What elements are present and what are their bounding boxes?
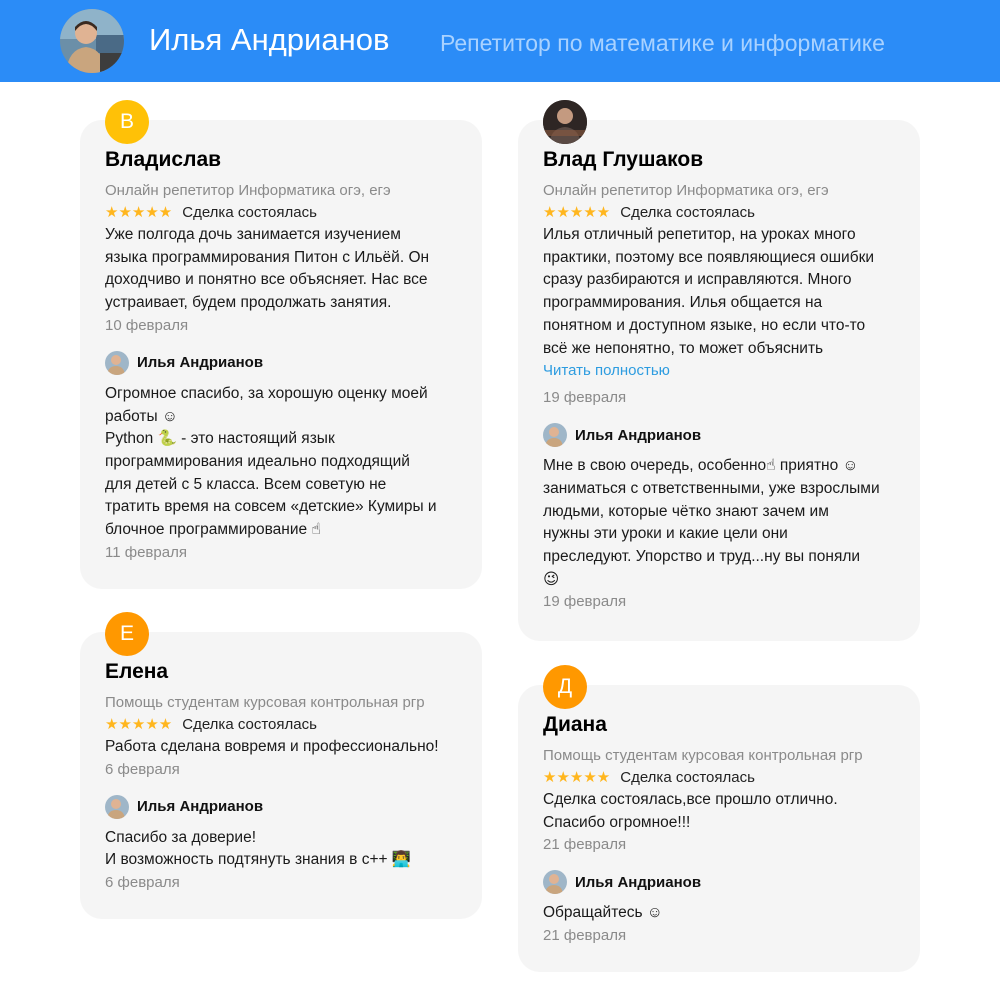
profile-header: Илья Андрианов Репетитор по математике и… bbox=[0, 0, 1000, 82]
tutor-avatar bbox=[105, 350, 129, 375]
reply-date: 19 февраля bbox=[543, 593, 627, 611]
tutor-avatar bbox=[543, 423, 567, 448]
reviewer-name[interactable]: Диана bbox=[543, 713, 895, 737]
tutor-reply: Илья Андрианов Огромное спасибо, за хоро… bbox=[105, 350, 457, 564]
reply-text: Спасибо за доверие! И возможность подтян… bbox=[105, 828, 412, 869]
reviewer-avatar[interactable]: Д bbox=[543, 665, 587, 709]
reply-date: 6 февраля bbox=[105, 874, 180, 892]
reply-text: Огромное спасибо, за хорошую оценку моей… bbox=[105, 384, 437, 539]
review-service: Онлайн репетитор Информатика огэ, егэ bbox=[105, 182, 391, 199]
reviewer-avatar[interactable]: Е bbox=[105, 612, 149, 656]
profile-subtitle: Репетитор по математике и информатике bbox=[440, 30, 885, 56]
read-more-link[interactable]: Читать полностью bbox=[543, 360, 895, 382]
rating-stars: ★★★★★ bbox=[105, 204, 173, 221]
review-service: Онлайн репетитор Информатика огэ, егэ bbox=[543, 182, 829, 199]
reply-date: 21 февраля bbox=[543, 927, 627, 945]
reviewer-avatar[interactable] bbox=[543, 100, 587, 144]
deal-status: Сделка состоялась bbox=[620, 204, 755, 221]
tutor-reply: Илья Андрианов Мне в свою очередь, особе… bbox=[543, 423, 895, 613]
rating-stars: ★★★★★ bbox=[105, 716, 173, 733]
rating-row: ★★★★★ Сделка состоялась bbox=[105, 714, 457, 736]
deal-status: Сделка состоялась bbox=[182, 204, 317, 221]
tutor-avatar bbox=[543, 870, 567, 895]
tutor-reply: Илья Андрианов Спасибо за доверие! И воз… bbox=[105, 794, 457, 894]
review-text: Илья отличный репетитор, на уроках много… bbox=[543, 226, 875, 357]
review-card: Влад Глушаков Онлайн репетитор Информати… bbox=[518, 100, 920, 641]
rating-row: ★★★★★ Сделка состоялась bbox=[543, 202, 895, 224]
rating-row: ★★★★★ Сделка состоялась bbox=[105, 202, 457, 224]
review-date: 6 февраля bbox=[105, 760, 180, 778]
review-card: В Владислав Онлайн репетитор Информатика… bbox=[80, 100, 482, 589]
review-service: Помощь студентам курсовая контрольная рг… bbox=[543, 747, 863, 764]
reviewer-name[interactable]: Елена bbox=[105, 660, 457, 684]
reviewer-name[interactable]: Влад Глушаков bbox=[543, 148, 895, 172]
rating-row: ★★★★★ Сделка состоялась bbox=[543, 767, 895, 789]
reply-date: 11 февраля bbox=[105, 543, 187, 561]
review-card: Д Диана Помощь студентам курсовая контро… bbox=[518, 665, 920, 972]
profile-name: Илья Андрианов bbox=[149, 22, 390, 57]
review-card: Е Елена Помощь студентам курсовая контро… bbox=[80, 612, 482, 919]
review-date: 19 февраля bbox=[543, 389, 627, 407]
review-date: 21 февраля bbox=[543, 836, 627, 854]
rating-stars: ★★★★★ bbox=[543, 204, 611, 221]
rating-stars: ★★★★★ bbox=[543, 769, 611, 786]
profile-avatar[interactable] bbox=[60, 9, 124, 73]
review-date: 10 февраля bbox=[105, 316, 189, 334]
reply-text: Мне в свою очередь, особенно☝ приятно ☺ … bbox=[543, 457, 880, 588]
review-text: Работа сделана вовремя и профессионально… bbox=[105, 738, 439, 755]
reply-text: Обращайтесь ☺ bbox=[543, 904, 663, 922]
tutor-name: Илья Андрианов bbox=[137, 798, 264, 816]
tutor-name: Илья Андрианов bbox=[575, 426, 702, 444]
tutor-reply: Илья Андрианов Обращайтесь ☺ 21 февраля bbox=[543, 870, 895, 947]
review-service: Помощь студентам курсовая контрольная рг… bbox=[105, 694, 425, 711]
reviewer-name[interactable]: Владислав bbox=[105, 148, 457, 172]
deal-status: Сделка состоялась bbox=[620, 769, 755, 786]
reviewer-avatar[interactable]: В bbox=[105, 100, 149, 144]
review-text: Уже полгода дочь занимается изучением яз… bbox=[105, 226, 430, 312]
review-text: Сделка состоялась,все прошло отлично. Сп… bbox=[543, 791, 838, 831]
tutor-name: Илья Андрианов bbox=[575, 873, 702, 891]
deal-status: Сделка состоялась bbox=[182, 716, 317, 733]
tutor-name: Илья Андрианов bbox=[137, 354, 264, 372]
tutor-avatar bbox=[105, 794, 129, 819]
